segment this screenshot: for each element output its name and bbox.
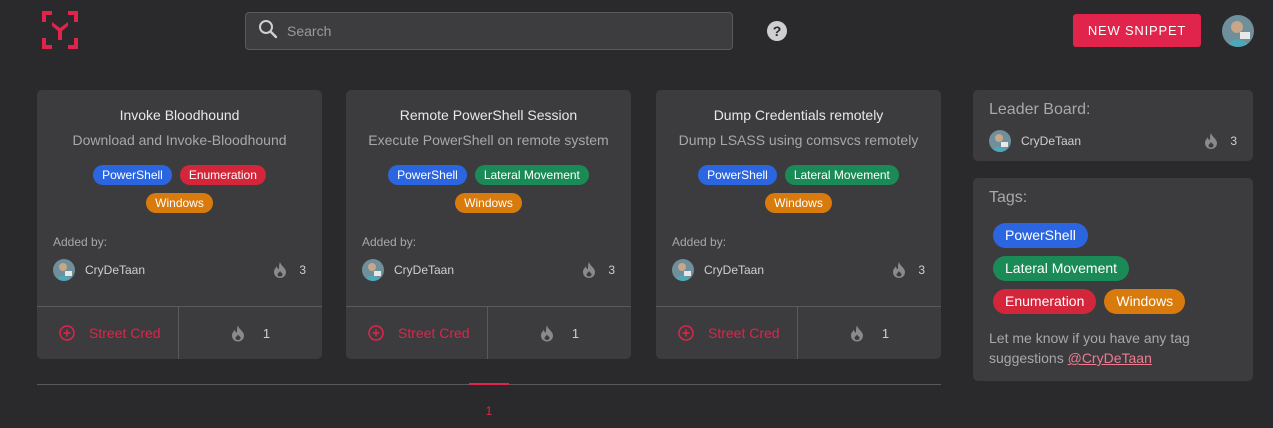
like-count: 1	[798, 307, 941, 359]
search-input[interactable]	[287, 23, 707, 39]
avatar	[672, 259, 694, 281]
tag-windows[interactable]: Windows	[765, 193, 832, 213]
tag-powershell[interactable]: PowerShell	[993, 223, 1088, 248]
pagination-active-indicator	[469, 383, 509, 385]
tag-windows[interactable]: Windows	[1104, 289, 1186, 314]
card-footer: Street Cred 1	[37, 306, 322, 359]
tag-enumeration[interactable]: Enumeration	[179, 165, 266, 185]
author-score: 3	[299, 263, 306, 277]
tag-windows[interactable]: Windows	[455, 193, 522, 213]
street-cred-button[interactable]: Street Cred	[656, 307, 798, 359]
tag-powershell[interactable]: PowerShell	[93, 165, 172, 185]
tag-powershell[interactable]: PowerShell	[698, 165, 777, 185]
snippet-card[interactable]: Invoke Bloodhound Download and Invoke-Bl…	[37, 90, 322, 359]
avatar	[362, 259, 384, 281]
search-icon	[258, 19, 278, 44]
leaderboard-name: CryDeTaan	[1021, 134, 1082, 148]
tag-enumeration[interactable]: Enumeration	[993, 289, 1097, 314]
added-by-label: Added by:	[53, 235, 108, 249]
fire-icon	[1205, 133, 1218, 149]
leaderboard-score: 3	[1230, 134, 1237, 148]
fire-icon	[583, 262, 596, 278]
card-tags: PowerShell Enumeration Windows	[67, 165, 292, 213]
added-by-label: Added by:	[672, 235, 727, 249]
card-author[interactable]: CryDeTaan 3	[672, 259, 925, 281]
tag-windows[interactable]: Windows	[146, 193, 213, 213]
tag-powershell[interactable]: PowerShell	[388, 165, 467, 185]
tag-lateral-movement[interactable]: Lateral Movement	[784, 165, 899, 185]
fire-icon	[231, 325, 244, 341]
like-count-value: 1	[262, 325, 271, 341]
plus-circle-icon	[59, 325, 75, 341]
leaderboard-panel: Leader Board: CryDeTaan 3	[973, 90, 1253, 161]
snippet-card[interactable]: Remote PowerShell Session Execute PowerS…	[346, 90, 631, 359]
author-name: CryDeTaan	[704, 263, 765, 277]
card-description: Download and Invoke-Bloodhound	[72, 132, 287, 148]
avatar	[53, 259, 75, 281]
fire-icon	[274, 262, 287, 278]
like-count: 1	[488, 307, 631, 359]
card-tags: PowerShell Lateral Movement Windows	[376, 165, 601, 213]
pagination-page-1[interactable]: 1	[469, 404, 509, 418]
author-score: 3	[608, 263, 615, 277]
fire-icon	[893, 262, 906, 278]
author-name: CryDeTaan	[85, 263, 146, 277]
user-avatar[interactable]	[1222, 15, 1254, 47]
card-description: Execute PowerShell on remote system	[368, 132, 609, 148]
tag-suggestion-link[interactable]: @CryDeTaan	[1068, 350, 1152, 366]
street-cred-button[interactable]: Street Cred	[37, 307, 179, 359]
street-cred-label: Street Cred	[89, 325, 161, 341]
tag-lateral-movement[interactable]: Lateral Movement	[474, 165, 589, 185]
search-bar[interactable]	[245, 12, 733, 50]
like-count-value: 1	[571, 325, 580, 341]
author-score: 3	[918, 263, 925, 277]
tags-panel: Tags: PowerShell Lateral Movement Enumer…	[973, 178, 1253, 381]
fire-icon	[850, 325, 863, 341]
street-cred-label: Street Cred	[708, 325, 780, 341]
card-author[interactable]: CryDeTaan 3	[53, 259, 306, 281]
tag-lateral-movement[interactable]: Lateral Movement	[993, 256, 1130, 281]
card-footer: Street Cred 1	[656, 306, 941, 359]
card-author[interactable]: CryDeTaan 3	[362, 259, 615, 281]
card-footer: Street Cred 1	[346, 306, 631, 359]
avatar	[989, 130, 1011, 152]
leaderboard-entry[interactable]: CryDeTaan 3	[989, 130, 1237, 152]
like-count: 1	[179, 307, 322, 359]
plus-circle-icon	[678, 325, 694, 341]
leaderboard-title: Leader Board:	[989, 101, 1091, 118]
street-cred-label: Street Cred	[398, 325, 470, 341]
tag-suggestion-note: Let me know if you have any tag suggesti…	[989, 328, 1237, 368]
card-title[interactable]: Remote PowerShell Session	[346, 107, 631, 123]
card-title[interactable]: Dump Credentials remotely	[656, 107, 941, 123]
plus-circle-icon	[368, 325, 384, 341]
author-name: CryDeTaan	[394, 263, 455, 277]
app-logo[interactable]	[40, 11, 80, 51]
like-count-value: 1	[881, 325, 890, 341]
card-description: Dump LSASS using comsvcs remotely	[678, 132, 919, 148]
snippet-card[interactable]: Dump Credentials remotely Dump LSASS usi…	[656, 90, 941, 359]
fire-icon	[540, 325, 553, 341]
added-by-label: Added by:	[362, 235, 417, 249]
tags-panel-title: Tags:	[989, 189, 1028, 206]
card-title[interactable]: Invoke Bloodhound	[37, 107, 322, 123]
help-icon[interactable]: ?	[767, 21, 787, 41]
new-snippet-button[interactable]: NEW SNIPPET	[1073, 14, 1201, 47]
street-cred-button[interactable]: Street Cred	[346, 307, 488, 359]
card-tags: PowerShell Lateral Movement Windows	[686, 165, 911, 213]
